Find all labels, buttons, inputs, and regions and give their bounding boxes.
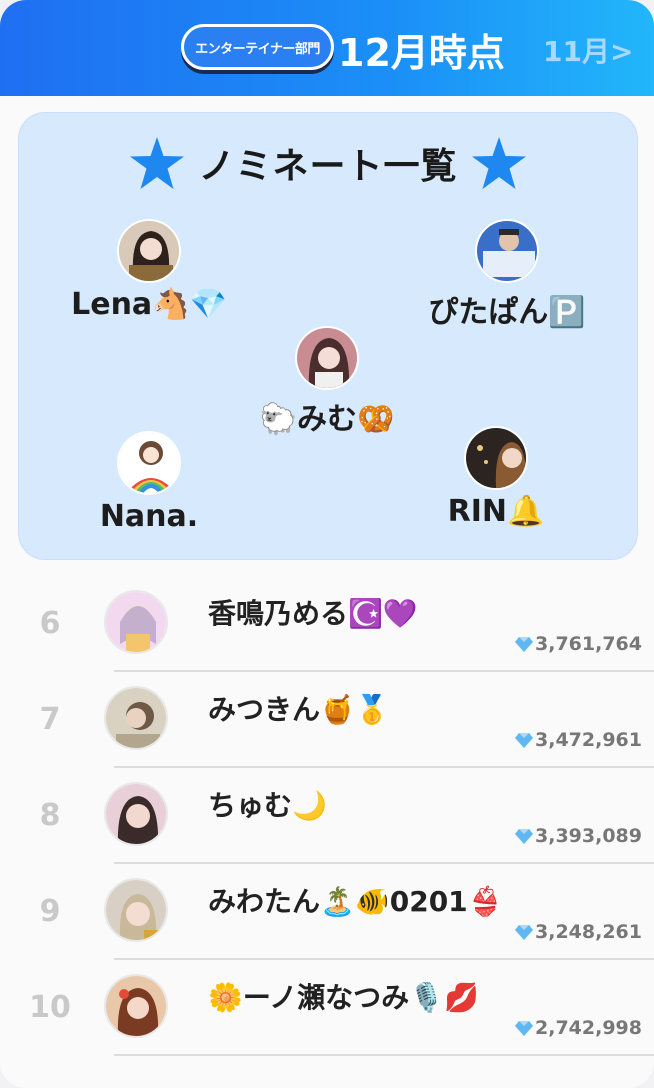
- ranking-row[interactable]: 9 みわたん🏝️🐠0201👙 3,248,261: [0, 864, 654, 960]
- nominee-item[interactable]: Nana.: [29, 431, 269, 534]
- diamond-gem-icon: [515, 924, 534, 940]
- avatar[interactable]: [475, 219, 539, 283]
- nominee-item[interactable]: ぴたぱん🅿️: [387, 219, 627, 331]
- score: 3,472,961: [515, 729, 642, 751]
- current-month-title: 12月時点: [338, 31, 505, 75]
- nominee-item[interactable]: RIN🔔: [376, 426, 616, 529]
- panel-title: ノミネート一覧: [198, 146, 458, 187]
- player-name: 香鳴乃める☪️💜: [208, 597, 418, 630]
- avatar[interactable]: [295, 326, 359, 390]
- ranking-header: エンターテイナー部門 12月時点 11月>: [0, 0, 654, 96]
- nominee-name: Lena🐴💎: [71, 287, 227, 322]
- player-name: みわたん🏝️🐠0201👙: [208, 885, 503, 918]
- score-value: 3,761,764: [535, 633, 642, 655]
- diamond-gem-icon: [515, 636, 534, 652]
- player-name: ちゅむ🌙: [208, 789, 327, 822]
- rank-number: 10: [29, 990, 71, 1025]
- nominee-name: Nana.: [99, 499, 199, 534]
- avatar[interactable]: [117, 219, 181, 283]
- diamond-gem-icon: [515, 732, 534, 748]
- score: 3,393,089: [515, 825, 642, 847]
- ranking-row[interactable]: 7 みつきん🍯🥇 3,472,961: [0, 672, 654, 768]
- rank-number: 7: [39, 702, 61, 737]
- avatar[interactable]: [117, 431, 181, 495]
- ranking-screen: エンターテイナー部門 12月時点 11月> 6 香鳴乃める☪️💜 3,761,7…: [0, 0, 654, 1088]
- star-icon: [130, 137, 185, 189]
- score: 3,761,764: [515, 633, 642, 655]
- score-value: 3,472,961: [535, 729, 642, 751]
- category-badge[interactable]: エンターテイナー部門: [181, 24, 334, 70]
- avatar[interactable]: [104, 878, 168, 942]
- nominee-panel: ノミネート一覧 Lena🐴💎 ぴたぱん🅿️ 🐑みむ🥨 Nana. RIN🔔: [19, 113, 637, 559]
- panel-title-row: ノミネート一覧: [19, 137, 637, 189]
- score-value: 3,393,089: [535, 825, 642, 847]
- prev-month-link[interactable]: 11月>: [543, 30, 633, 70]
- nominee-name: ぴたぱん🅿️: [428, 295, 586, 330]
- avatar[interactable]: [104, 590, 168, 654]
- ranking-row[interactable]: 10 🌼ーノ瀬なつみ🎙️💋 2,742,998: [0, 960, 654, 1056]
- ranking-row[interactable]: 8 ちゅむ🌙 3,393,089: [0, 768, 654, 864]
- diamond-gem-icon: [515, 1020, 534, 1036]
- rank-number: 9: [39, 894, 61, 929]
- ranking-list: 6 香鳴乃める☪️💜 3,761,764 7 みつきん🍯🥇 3,472,961 …: [0, 576, 654, 1056]
- score-value: 2,742,998: [535, 1017, 642, 1039]
- avatar[interactable]: [104, 782, 168, 846]
- avatar[interactable]: [104, 686, 168, 750]
- score: 3,248,261: [515, 921, 642, 943]
- score: 2,742,998: [515, 1017, 642, 1039]
- ranking-row[interactable]: 6 香鳴乃める☪️💜 3,761,764: [0, 576, 654, 672]
- nominee-item[interactable]: Lena🐴💎: [29, 219, 269, 322]
- rank-number: 6: [39, 606, 61, 641]
- star-icon: [471, 137, 526, 189]
- diamond-gem-icon: [515, 828, 534, 844]
- score-value: 3,248,261: [535, 921, 642, 943]
- avatar[interactable]: [464, 426, 528, 490]
- nominee-item[interactable]: 🐑みむ🥨: [207, 326, 447, 438]
- nominee-name: RIN🔔: [447, 494, 545, 529]
- avatar[interactable]: [104, 974, 168, 1038]
- rank-number: 8: [39, 798, 61, 833]
- player-name: 🌼ーノ瀬なつみ🎙️💋: [208, 981, 479, 1014]
- player-name: みつきん🍯🥇: [208, 693, 390, 726]
